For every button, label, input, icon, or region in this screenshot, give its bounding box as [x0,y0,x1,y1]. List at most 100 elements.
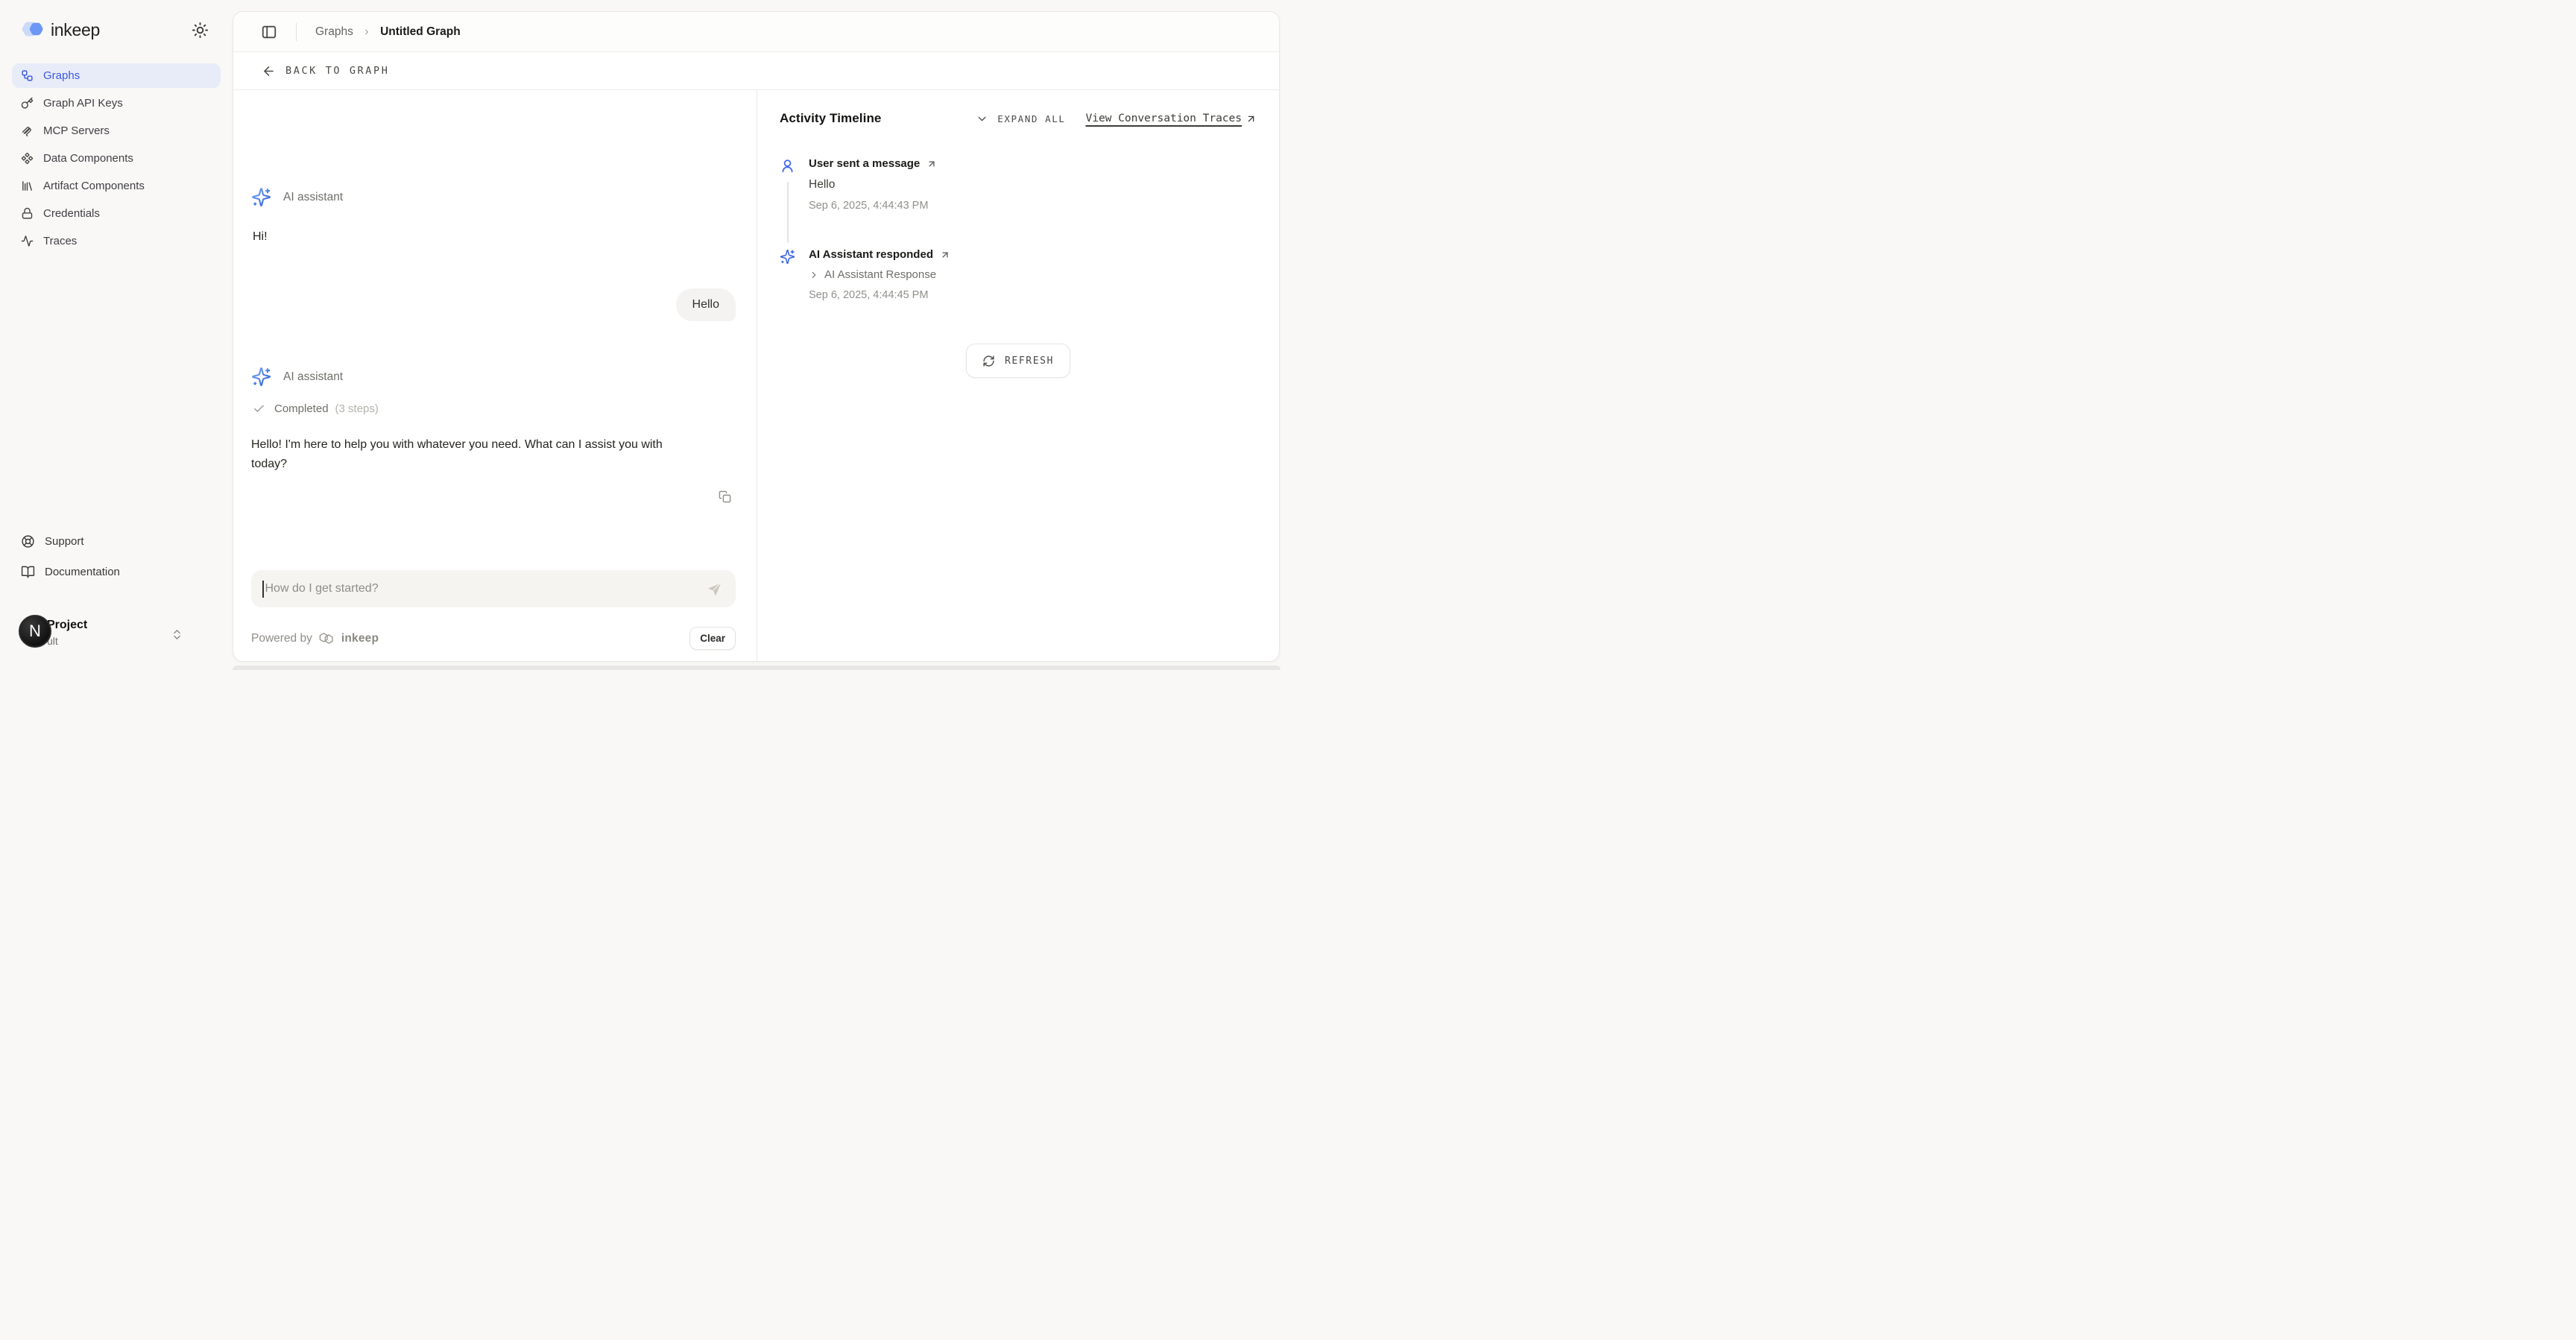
assistant-header: AI assistant [251,187,736,207]
avatar[interactable]: N [19,615,51,648]
powered-by-label: Powered by [251,632,312,645]
breadcrumb: Graphs › Untitled Graph [315,25,461,39]
expander-label: AI Assistant Response [824,268,936,281]
sparkles-icon [251,187,271,207]
send-icon[interactable] [707,581,722,597]
theme-toggle-sun-icon[interactable] [192,22,209,39]
breadcrumb-current: Untitled Graph [380,25,461,38]
arrow-up-right-icon [926,159,937,169]
timeline-title: Activity Timeline [780,111,882,126]
clear-button[interactable]: Clear [689,627,736,650]
key-icon [21,97,34,110]
refresh-label: REFRESH [1005,355,1054,367]
main-card: Graphs › Untitled Graph BACK TO GRAPH [233,11,1280,662]
user-message-row: Hello [251,288,736,321]
sidebar: inkeep Graphs Graph API Keys [0,0,233,670]
chevron-down-icon[interactable] [976,113,988,125]
timeline-header: Activity Timeline EXPAND ALL View Conver… [780,111,1257,126]
timeline-event-link[interactable]: User sent a message [809,157,937,170]
sidebar-item-label: Graphs [43,69,80,82]
sidebar-item-mcp-servers[interactable]: MCP Servers [12,118,221,143]
lock-icon [21,207,34,220]
logo-row: inkeep [0,0,233,40]
view-conversation-traces-link[interactable]: View Conversation Traces [1085,113,1257,124]
message-actions [251,490,731,503]
next-card-edge [233,666,1281,670]
timeline-event-link[interactable]: AI Assistant responded [809,248,950,261]
sidebar-item-documentation[interactable]: Documentation [12,559,221,584]
refresh-row: REFRESH [780,344,1257,378]
sidebar-nav: Graphs Graph API Keys MCP Servers [12,63,221,253]
timeline-entry-user: User sent a message Hello Sep 6, 2025, 4… [780,157,1257,212]
powered-by[interactable]: Powered by inkeep [251,632,379,645]
timeline-entries: User sent a message Hello Sep 6, 2025, 4… [780,157,1257,301]
sidebar-item-artifact-components[interactable]: Artifact Components [12,174,221,198]
workflow-icon [21,69,34,82]
chevrons-up-down-icon [171,628,183,641]
arrow-up-right-icon [1246,113,1257,124]
assistant-response-expander[interactable]: AI Assistant Response [809,268,950,281]
breadcrumb-separator: › [364,25,368,38]
status-label: Completed [274,402,329,415]
card-header: Graphs › Untitled Graph [233,12,1279,52]
sidebar-item-label: Graph API Keys [43,97,123,110]
sidebar-item-label: MCP Servers [43,124,110,137]
sidebar-item-support[interactable]: Support [12,528,221,554]
sidebar-item-label: Traces [43,235,77,247]
timeline-connector [787,182,789,243]
sidebar-item-graph-api-keys[interactable]: Graph API Keys [12,91,221,116]
assistant-label: AI assistant [283,191,343,204]
breadcrumb-graphs[interactable]: Graphs [315,25,353,38]
back-to-graph-button[interactable]: BACK TO GRAPH [233,52,1279,90]
view-traces-label: View Conversation Traces [1085,113,1242,124]
powered-brand: inkeep [341,632,379,645]
sparkles-icon [780,248,796,301]
sidebar-footer: Support Documentation Project ult [12,528,221,670]
timeline-entry-assistant: AI Assistant responded [780,248,1257,301]
assistant-message: Hi! [253,230,736,244]
chat-footer: Powered by inkeep Clear [251,625,736,651]
sidebar-toggle-panel-icon[interactable] [261,24,277,40]
status-steps: (3 steps) [335,402,379,415]
check-icon [253,402,265,415]
chevron-right-icon [809,270,819,280]
project-switcher[interactable]: Project ult N [12,618,221,657]
event-timestamp: Sep 6, 2025, 4:44:45 PM [809,289,950,301]
activity-timeline-panel: Activity Timeline EXPAND ALL View Conver… [757,90,1279,661]
event-title: User sent a message [809,157,920,170]
copy-icon[interactable] [719,490,731,503]
sparkles-icon [251,367,271,387]
sidebar-item-credentials[interactable]: Credentials [12,201,221,226]
refresh-icon [982,355,995,367]
timeline-entry-content: User sent a message Hello Sep 6, 2025, 4… [809,157,937,212]
arrow-up-right-icon [940,250,950,260]
expand-all-button[interactable]: EXPAND ALL [997,113,1065,124]
event-timestamp: Sep 6, 2025, 4:44:43 PM [809,200,937,212]
component-icon [21,152,34,165]
content: AI assistant Hi! Hello [233,90,1279,661]
header-divider [296,23,297,41]
mcp-icon [21,124,34,137]
chat-input-box[interactable] [251,570,736,607]
completion-status[interactable]: Completed (3 steps) [253,402,736,415]
project-subtitle: ult [47,635,87,647]
sidebar-item-traces[interactable]: Traces [12,229,221,253]
sidebar-item-data-components[interactable]: Data Components [12,146,221,171]
assistant-message: Hello! I'm here to help you with whateve… [251,435,695,474]
event-title: AI Assistant responded [809,248,933,261]
sidebar-item-label: Artifact Components [43,180,145,192]
inkeep-outline-icon [318,632,335,645]
sidebar-item-graphs[interactable]: Graphs [12,63,221,88]
back-label: BACK TO GRAPH [285,65,389,77]
support-label: Support [45,535,84,548]
assistant-header: AI assistant [251,367,736,387]
arrow-left-icon [262,64,276,78]
activity-icon [21,235,34,247]
inkeep-logo-icon [21,20,44,40]
chat-input[interactable] [264,582,707,595]
sidebar-item-label: Data Components [43,152,133,165]
refresh-button[interactable]: REFRESH [966,344,1070,378]
user-message-bubble: Hello [676,288,736,321]
event-body: Hello [809,178,937,192]
library-icon [21,180,34,192]
